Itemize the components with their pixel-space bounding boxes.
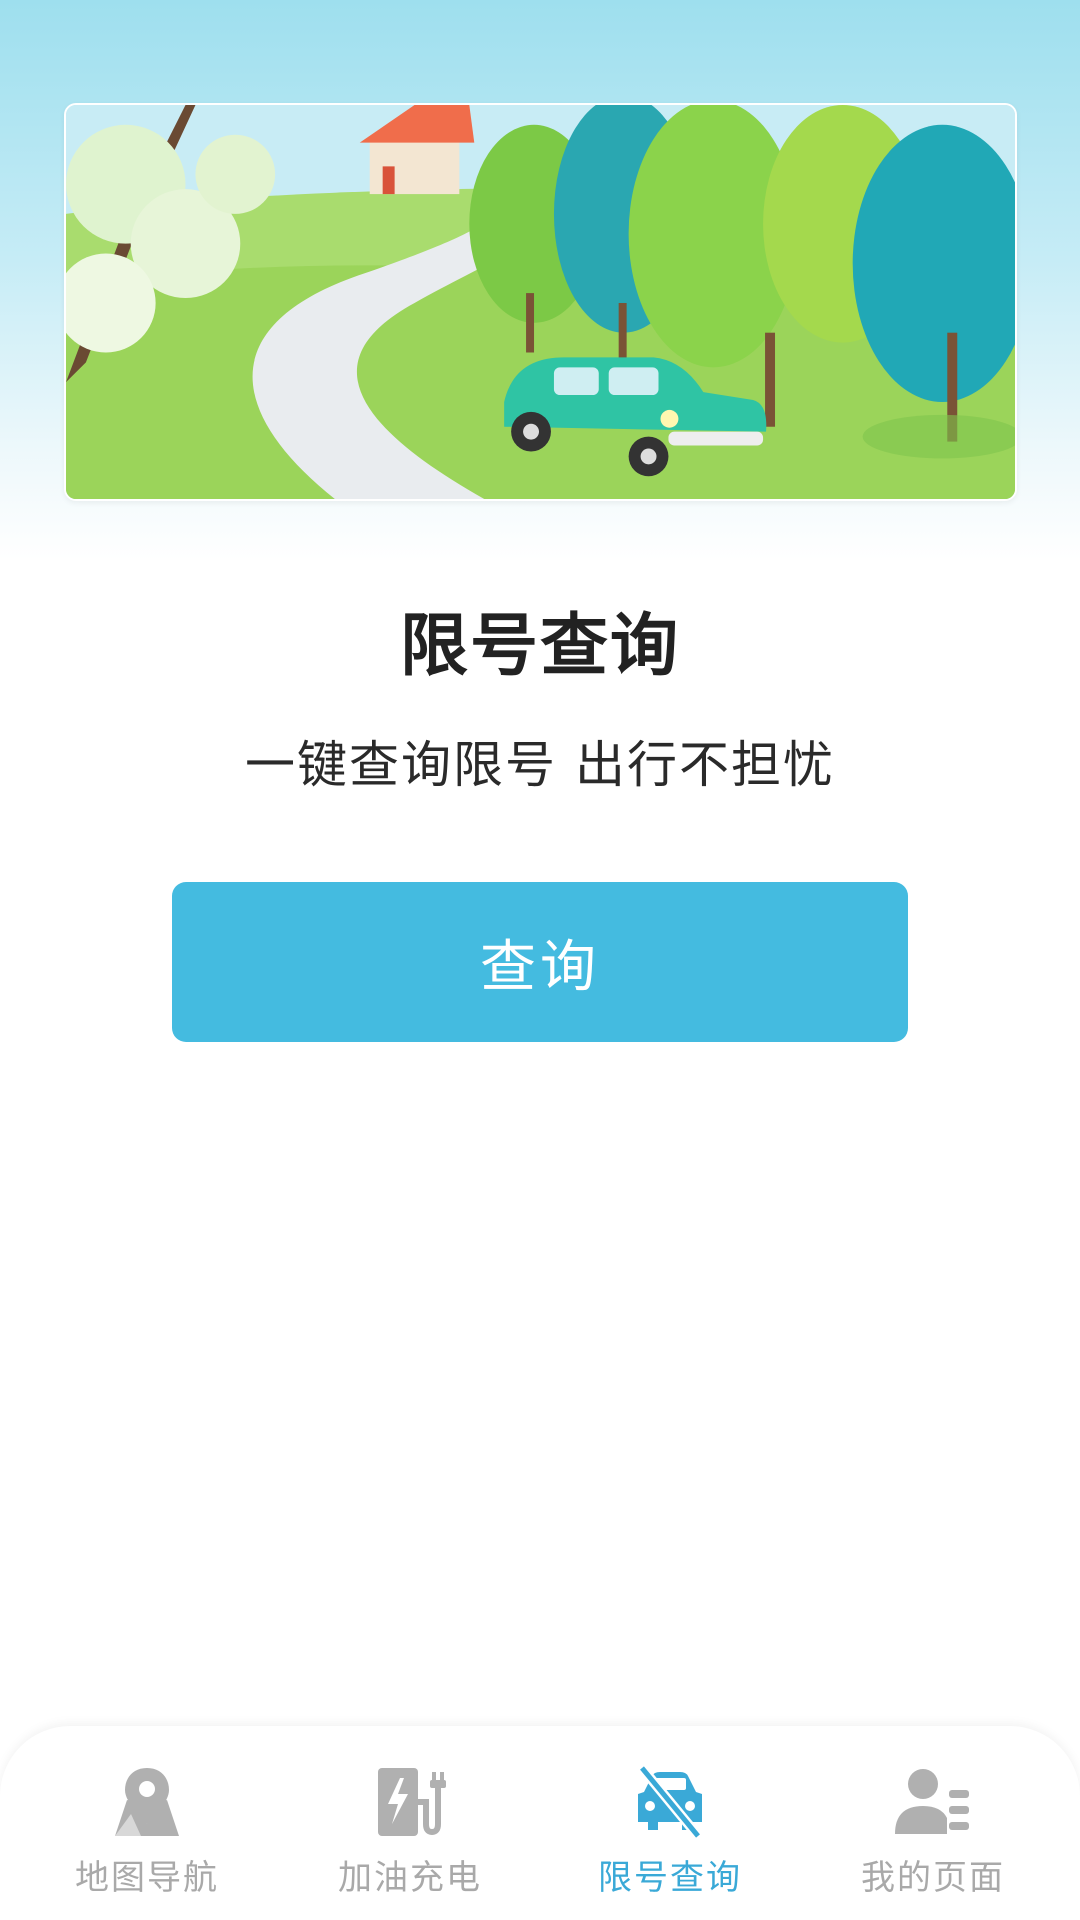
profile-icon [895,1769,969,1834]
tab-label: 限号查询 [598,1858,742,1898]
query-button[interactable]: 查询 [172,882,908,1042]
tab-plate-restriction[interactable]: 限号查询 [535,1726,805,1920]
fuel-charge-icon [378,1768,446,1836]
tab-map-navigation[interactable]: 地图导航 [12,1726,282,1920]
bottom-tab-bar: 地图导航 加油充电 限号查询 我的页面 [0,1726,1080,1920]
tab-label: 我的页面 [861,1858,1005,1898]
restricted-car-icon [638,1764,702,1840]
banner-illustration [64,103,1017,501]
page-title: 限号查询 [399,607,680,686]
page-subtitle: 一键查询限号 出行不担忧 [245,736,835,794]
map-pin-icon [115,1768,179,1836]
tab-my-page[interactable]: 我的页面 [798,1726,1068,1920]
tab-label: 地图导航 [75,1858,219,1898]
tab-label: 加油充电 [338,1858,482,1898]
tab-fuel-charge[interactable]: 加油充电 [275,1726,545,1920]
